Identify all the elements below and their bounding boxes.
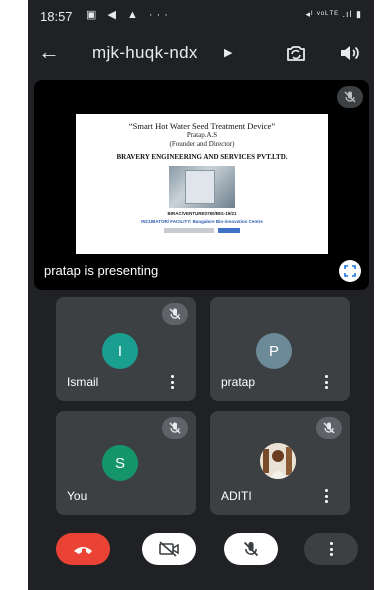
switch-camera-icon[interactable] <box>284 42 308 64</box>
more-vertical-icon[interactable] <box>324 375 328 389</box>
slide-logos <box>142 228 262 233</box>
avatar-photo <box>260 443 296 479</box>
participant-tile-aditi[interactable]: ADITI <box>210 411 350 515</box>
avatar: P <box>256 333 292 369</box>
participant-name: You <box>67 489 88 503</box>
end-call-icon <box>74 547 92 554</box>
mic-off-icon <box>243 541 259 557</box>
avatar: I <box>102 333 138 369</box>
more-options-button[interactable] <box>304 533 358 565</box>
presentation-tile[interactable]: “Smart Hot Water Seed Treatment Device” … <box>34 80 369 290</box>
slide-company: BRAVERY ENGINEERING AND SERVICES PVT.LTD… <box>116 153 288 161</box>
slide-presenter-role: (Founder and Director) <box>169 140 235 148</box>
signal-battery-icons: ◂ᴵ ᵛᵒᴸᵀᴱ .ıl ▮ <box>305 9 362 19</box>
mic-off-icon <box>337 86 363 108</box>
slide-presenter-name: Pratap.A.S <box>186 131 218 139</box>
shared-slide: “Smart Hot Water Seed Treatment Device” … <box>76 114 328 254</box>
more-vertical-icon[interactable] <box>324 489 328 503</box>
system-nav-bar <box>28 584 374 590</box>
more-vertical-icon[interactable] <box>170 375 174 389</box>
status-bar: 18:57 ▣ ◀ ▲ ··· ◂ᴵ ᵛᵒᴸᵀᴱ .ıl ▮ <box>28 0 374 30</box>
status-time: 18:57 <box>40 9 73 24</box>
fullscreen-icon[interactable] <box>339 260 361 282</box>
slide-title: “Smart Hot Water Seed Treatment Device” <box>128 121 276 131</box>
notification-icons: ▣ ◀ ▲ ··· <box>86 9 172 21</box>
avatar: S <box>102 445 138 481</box>
back-arrow-icon[interactable]: ← <box>38 40 60 64</box>
slide-code: BIRAC/VENTURE0780/BIG-19/21 <box>167 211 237 216</box>
participant-tile-you[interactable]: S You <box>56 411 196 515</box>
mic-off-icon <box>316 417 342 439</box>
participant-name: Ismail <box>67 375 99 389</box>
participant-tile-pratap[interactable]: P pratap <box>210 297 350 401</box>
participant-name: ADITI <box>221 489 252 503</box>
meet-app-screen: 18:57 ▣ ◀ ▲ ··· ◂ᴵ ᵛᵒᴸᵀᴱ .ıl ▮ ← mjk-huq… <box>28 0 374 590</box>
presenter-label: pratap is presenting <box>44 263 159 278</box>
meeting-code[interactable]: mjk-huqk-ndx <box>92 43 198 63</box>
camera-toggle-button[interactable] <box>142 533 196 565</box>
end-call-button[interactable] <box>56 533 110 565</box>
mic-off-icon <box>162 303 188 325</box>
caret-right-icon[interactable]: ▶ <box>224 46 232 59</box>
participant-tile-ismail[interactable]: I Ismail <box>56 297 196 401</box>
speaker-icon[interactable] <box>338 42 362 64</box>
slide-incubator: INCUBATOR/ FACILITY: Bangalore Bio-innov… <box>141 219 263 224</box>
camera-off-icon <box>159 541 179 557</box>
device-photo <box>169 166 235 208</box>
mic-off-icon <box>162 417 188 439</box>
participant-name: pratap <box>221 375 256 389</box>
top-bar: ← mjk-huqk-ndx ▶ <box>28 32 374 76</box>
mic-toggle-button[interactable] <box>224 533 278 565</box>
more-vertical-icon <box>329 542 333 556</box>
